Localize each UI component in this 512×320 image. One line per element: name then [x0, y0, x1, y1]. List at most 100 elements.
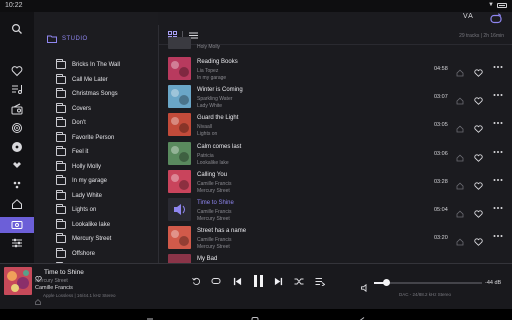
track-row-partial-bottom[interactable]: My Bad: [168, 252, 504, 263]
track-row-partial-top[interactable]: Holy Molly: [168, 37, 504, 52]
folder-label: Feel it: [72, 149, 89, 155]
home-icon: [456, 205, 464, 218]
track-album: Lady White: [197, 103, 223, 110]
folder-item[interactable]: Don't: [56, 116, 156, 130]
home-icon: [456, 177, 464, 190]
track-album: Lookalike lake: [197, 159, 229, 166]
favorite-heart-icon[interactable]: [474, 92, 483, 106]
more-options-icon[interactable]: [493, 205, 503, 213]
track-duration: 03:28: [434, 178, 448, 185]
track-title: Calling You: [197, 171, 228, 178]
next-track-button[interactable]: [272, 275, 284, 287]
favorite-heart-icon[interactable]: [474, 177, 483, 190]
folder-icon: [56, 146, 66, 156]
folder-item[interactable]: Bricks In The Wall: [56, 58, 156, 72]
folder-item[interactable]: Offshore: [56, 247, 156, 261]
track-artist: Camille Francis: [197, 209, 232, 215]
folder-label: Holly Molly: [72, 163, 102, 170]
now-playing-artist: Camille Francis: [35, 285, 73, 291]
folder-item[interactable]: Feel it: [56, 145, 156, 159]
folder-item[interactable]: Lookalike lake: [56, 218, 156, 232]
more-options-icon[interactable]: [493, 92, 503, 100]
home-icon: [456, 233, 464, 246]
track-artist: Camille Francis: [197, 180, 232, 187]
previous-track-button[interactable]: [231, 275, 243, 287]
now-playing-art[interactable]: [4, 267, 32, 295]
dac-info: DAC - 24/88.2 kHz Stereo: [399, 292, 452, 297]
track-duration: 05:04: [434, 207, 448, 213]
track-row[interactable]: Calling You Camille Francis Mercury Street…: [168, 168, 504, 196]
repeat-icon[interactable]: [210, 275, 222, 287]
album-art: [168, 169, 191, 193]
equalizer-icon[interactable]: [0, 235, 34, 251]
more-options-icon[interactable]: [493, 177, 503, 185]
folder-label: In my garage: [72, 178, 108, 184]
playlist-icon[interactable]: [0, 81, 34, 97]
track-album: Holy Molly: [197, 44, 221, 50]
folder-icon: [56, 131, 66, 142]
track-album: Lights on: [197, 131, 218, 138]
home-nav-icon[interactable]: [251, 311, 259, 320]
queue-icon[interactable]: [314, 275, 326, 287]
folder-label: Lookalike lake: [72, 221, 111, 228]
search-icon[interactable]: [0, 21, 34, 37]
heart-icon[interactable]: [0, 63, 34, 79]
tidal-icon[interactable]: [0, 158, 34, 174]
folder-item[interactable]: Covers: [56, 102, 156, 116]
home-icon[interactable]: [0, 196, 34, 212]
folder-item[interactable]: Favorite Person: [56, 131, 156, 145]
folder-icon: [56, 218, 66, 229]
now-playing-quality: Apple Lossless | 16/44.1 kHz Stereo: [43, 293, 116, 298]
back-nav-icon[interactable]: [358, 311, 366, 320]
radio-icon[interactable]: [0, 101, 34, 117]
replay-icon[interactable]: [190, 275, 202, 287]
folder-item[interactable]: Lights on: [56, 203, 156, 217]
pause-button[interactable]: [251, 274, 265, 288]
shuffle-icon[interactable]: [293, 275, 305, 287]
wifi-icon: ▼: [488, 2, 494, 8]
track-row[interactable]: Winter is Coming Sparkling Water Lady Whit…: [168, 83, 504, 111]
track-row[interactable]: Calm comes last Patricia Lookalike lake 03:…: [168, 140, 504, 168]
more-options-icon[interactable]: [493, 233, 503, 241]
track-row[interactable]: Time to Shine Camille Francis Mercury Stre…: [168, 196, 504, 224]
volume-slider[interactable]: [374, 279, 482, 286]
folder-item[interactable]: In my garage: [56, 174, 156, 188]
volume-icon[interactable]: [361, 279, 370, 293]
qobuz-icon[interactable]: [0, 177, 34, 193]
more-options-icon[interactable]: [493, 149, 503, 157]
favorite-heart-icon[interactable]: [474, 64, 483, 77]
favorite-heart-icon[interactable]: [474, 233, 483, 247]
folder-label: Call Me Later: [72, 76, 108, 83]
favorite-heart-icon[interactable]: [474, 205, 483, 218]
folder-header-label: STUDIO: [62, 36, 88, 42]
track-title: Reading Books: [197, 59, 238, 65]
home-icon: [456, 149, 464, 161]
folder-item[interactable]: Call Me Later: [56, 73, 156, 87]
favorite-heart-icon[interactable]: [35, 269, 42, 282]
track-title: Guard the Light: [197, 115, 239, 122]
favorite-heart-icon[interactable]: [474, 149, 483, 162]
track-row[interactable]: Reading Books Lia Topez In my garage 04:58: [168, 55, 504, 83]
folder-item[interactable]: Lady White: [56, 189, 156, 203]
folder-item[interactable]: Mercury Street: [56, 232, 156, 246]
library-icon[interactable]: [0, 217, 34, 233]
folder-icon: [56, 233, 66, 243]
more-options-icon[interactable]: [493, 64, 503, 72]
favorite-heart-icon[interactable]: [474, 120, 483, 134]
album-art: [168, 141, 191, 165]
podcast-icon[interactable]: [0, 120, 34, 136]
folder-header[interactable]: STUDIO: [47, 35, 88, 43]
folder-open-icon: [47, 35, 57, 43]
track-row[interactable]: Guard the Light Nivaall Lights on 03:05: [168, 111, 504, 139]
disc-icon[interactable]: [0, 139, 34, 155]
folder-item[interactable]: Holly Molly: [56, 160, 156, 174]
battery-icon: [497, 3, 507, 8]
more-options-icon[interactable]: [493, 120, 503, 128]
folder-icon: [56, 59, 66, 69]
cast-icon[interactable]: [490, 12, 502, 24]
recents-nav-icon[interactable]: [146, 311, 154, 320]
track-album: In my garage: [197, 75, 227, 81]
folder-item[interactable]: Christmas Songs: [56, 87, 156, 101]
track-row[interactable]: Street has a name Camille Francis Mercury …: [168, 224, 504, 252]
album-art: [168, 57, 191, 80]
